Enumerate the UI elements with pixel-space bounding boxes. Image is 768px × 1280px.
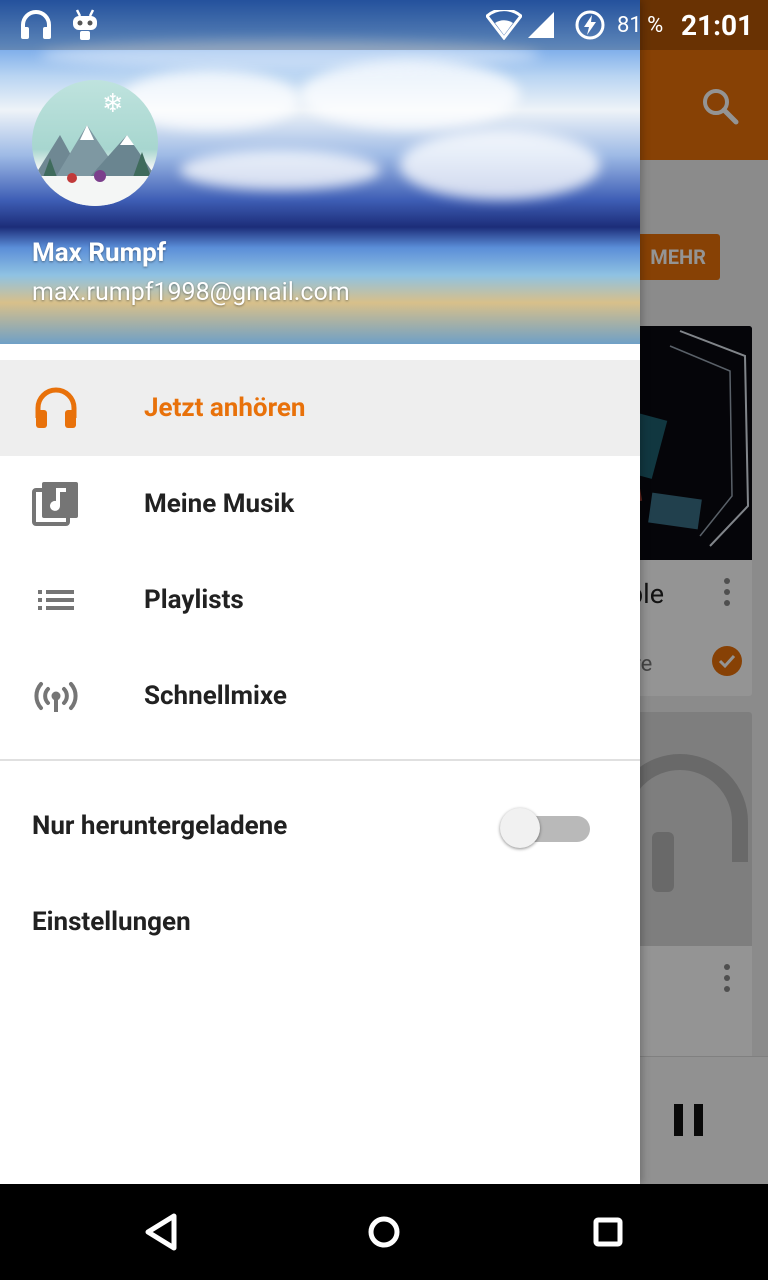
home-icon[interactable] <box>360 1208 408 1256</box>
battery-percent: 81 % <box>617 12 664 38</box>
battery-charging-icon <box>574 0 606 50</box>
recents-icon[interactable] <box>584 1208 632 1256</box>
clock: 21:01 <box>681 8 754 42</box>
status-bar: 81 % 21:01 <box>0 0 768 50</box>
downloaded-only-row[interactable]: Nur heruntergeladene <box>0 778 640 874</box>
wifi-icon <box>486 0 522 50</box>
user-name: Max Rumpf <box>32 238 167 268</box>
nav-item-label: Meine Musik <box>144 489 295 519</box>
navigation-drawer: ❄ Max Rumpf max.rumpf1998@gmail.com Jetz… <box>0 0 640 1184</box>
nav-item-listen-now[interactable]: Jetzt anhören <box>0 360 640 456</box>
downloaded-only-label: Nur heruntergeladene <box>32 811 288 841</box>
settings-row[interactable]: Einstellungen <box>0 874 640 970</box>
nav-item-label: Playlists <box>144 585 244 615</box>
cyanogen-bot-icon <box>70 0 100 50</box>
system-navigation-bar <box>0 1184 768 1280</box>
nav-item-label: Jetzt anhören <box>144 393 306 423</box>
back-icon[interactable] <box>138 1208 186 1256</box>
nav-item-instant-mixes[interactable]: Schnellmixe <box>0 648 640 744</box>
list-icon <box>32 576 80 624</box>
settings-label: Einstellungen <box>32 907 191 937</box>
signal-icon <box>526 0 556 50</box>
avatar[interactable]: ❄ <box>32 80 158 206</box>
music-library-icon <box>32 480 80 528</box>
drawer-header: ❄ Max Rumpf max.rumpf1998@gmail.com <box>0 0 640 344</box>
headphones-icon <box>18 0 54 50</box>
user-email[interactable]: max.rumpf1998@gmail.com <box>32 278 350 307</box>
toggle-thumb <box>500 808 540 848</box>
svg-text:❄: ❄ <box>102 89 124 119</box>
headphones-icon <box>32 384 80 432</box>
nav-item-label: Schnellmixe <box>144 681 287 711</box>
divider <box>0 759 640 761</box>
nav-item-my-music[interactable]: Meine Musik <box>0 456 640 552</box>
downloaded-only-toggle[interactable] <box>500 806 592 848</box>
radio-broadcast-icon <box>32 672 80 720</box>
nav-item-playlists[interactable]: Playlists <box>0 552 640 648</box>
